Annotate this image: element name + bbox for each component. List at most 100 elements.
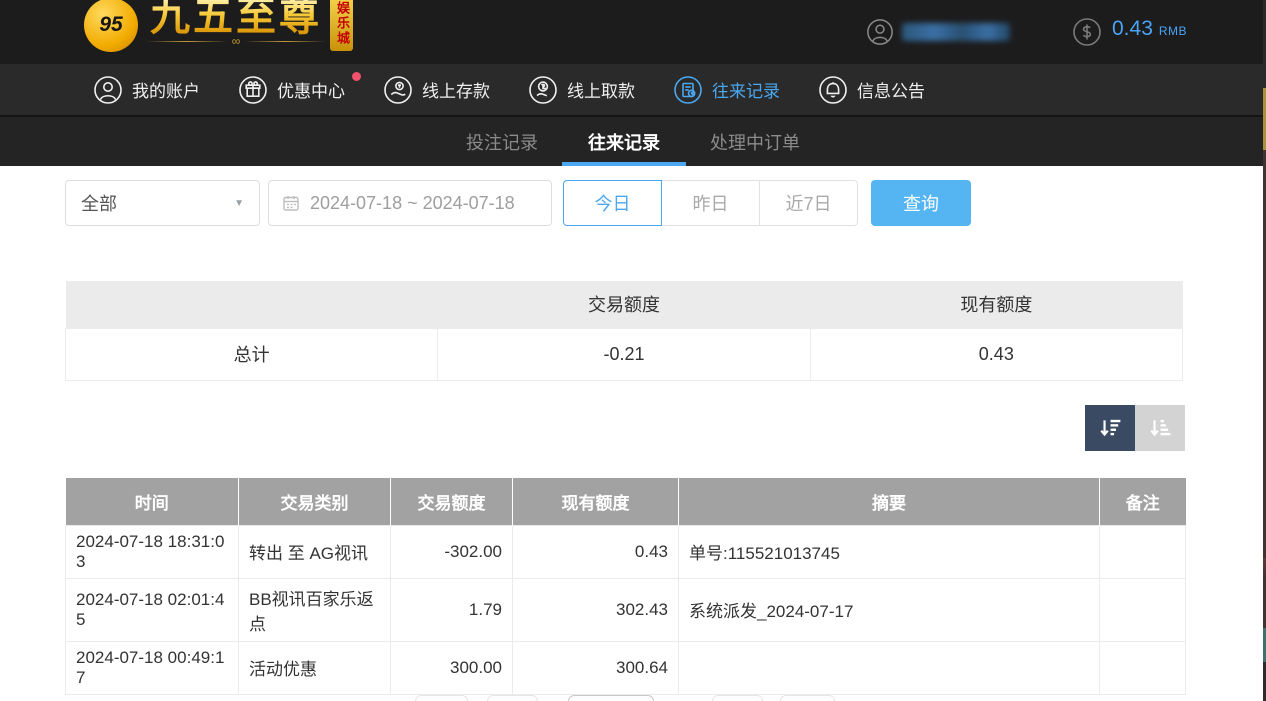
cell-summary: 系统派发_2024-07-17 [679, 578, 1100, 641]
gift-icon [238, 75, 268, 105]
sort-ascending-button[interactable] [1135, 405, 1185, 451]
records-table: 时间 交易类别 交易额度 现有额度 摘要 备注 2024-07-18 18:31… [65, 478, 1186, 695]
cell-balance: 302.43 [513, 578, 679, 641]
filter-row: 全部 ▼ 2024-07-18 ~ 2024-07-18 今日 昨日 近7日 [65, 180, 971, 226]
sort-descending-button[interactable] [1085, 405, 1135, 451]
pagination-button[interactable] [712, 695, 763, 701]
cell-note [1100, 525, 1186, 578]
tab-betting-records[interactable]: 投注记录 [462, 117, 542, 166]
summary-header-empty [66, 281, 438, 328]
person-icon [866, 18, 894, 46]
user-area: 0.43 RMB [846, 0, 1266, 64]
cell-amount: 1.79 [391, 578, 513, 641]
cell-note [1100, 641, 1186, 694]
nav-item-transaction-records[interactable]: 往来记录 [673, 75, 780, 105]
quick-btn-last7days[interactable]: 近7日 [759, 180, 858, 226]
sort-controls [1085, 405, 1185, 451]
date-range-input[interactable]: 2024-07-18 ~ 2024-07-18 [268, 180, 552, 226]
username-redacted [902, 23, 1010, 41]
summary-table: 交易额度 现有额度 总计 -0.21 0.43 [65, 281, 1183, 381]
cell-type: 活动优惠 [239, 641, 391, 694]
search-button[interactable]: 查询 [871, 180, 971, 226]
table-row: 2024-07-18 00:49:17 活动优惠 300.00 300.64 [66, 641, 1186, 694]
site-logo[interactable]: 95 九五至尊 ∞ 娱乐城 [84, 0, 353, 52]
cell-note [1100, 578, 1186, 641]
flourish-ornament-icon: ∞ [228, 35, 245, 47]
records-header-row: 时间 交易类别 交易额度 现有额度 摘要 备注 [66, 478, 1186, 525]
cell-time: 2024-07-18 18:31:03 [66, 525, 239, 578]
summary-total-label: 总计 [66, 328, 438, 380]
summary-header-transaction-amount: 交易额度 [438, 281, 810, 328]
transaction-records-page: 95 九五至尊 ∞ 娱乐城 [0, 0, 1266, 701]
pagination-button[interactable] [780, 695, 835, 701]
logo-emblem-icon: 95 [84, 0, 138, 52]
caret-down-icon: ▼ [234, 198, 244, 209]
pagination-button[interactable] [415, 695, 468, 701]
cell-balance: 0.43 [513, 525, 679, 578]
nav-label: 优惠中心 [277, 77, 345, 102]
type-select-value: 全部 [81, 190, 117, 216]
tab-transaction-records[interactable]: 往来记录 [584, 117, 664, 166]
main-nav: 我的账户 优惠中心 线上存款 [0, 64, 1266, 117]
quick-date-group: 今日 昨日 近7日 [563, 180, 858, 226]
summary-header-current-amount: 现有额度 [810, 281, 1182, 328]
balance-amount: 0.43 [1112, 17, 1153, 41]
deposit-hand-coin-icon [383, 75, 413, 105]
cell-amount: 300.00 [391, 641, 513, 694]
summary-transaction-amount: -0.21 [438, 328, 810, 380]
records-clipboard-icon [673, 75, 703, 105]
col-header-note: 备注 [1100, 478, 1186, 525]
dollar-coin-icon [1072, 17, 1102, 47]
pagination-button[interactable] [487, 695, 538, 701]
type-select[interactable]: 全部 ▼ [65, 180, 260, 226]
table-row: 2024-07-18 02:01:45 BB视讯百家乐返点 1.79 302.4… [66, 578, 1186, 641]
nav-label: 信息公告 [857, 77, 925, 102]
sort-descending-icon [1098, 416, 1122, 440]
content: 全部 ▼ 2024-07-18 ~ 2024-07-18 今日 昨日 近7日 [0, 166, 1266, 701]
nav-item-my-account[interactable]: 我的账户 [93, 75, 200, 105]
cell-time: 2024-07-18 00:49:17 [66, 641, 239, 694]
col-header-amount: 交易额度 [391, 478, 513, 525]
cell-type: 转出 至 AG视讯 [239, 525, 391, 578]
tab-pending-orders[interactable]: 处理中订单 [706, 117, 804, 166]
nav-item-promotions[interactable]: 优惠中心 [238, 75, 345, 105]
summary-current-amount: 0.43 [810, 328, 1182, 380]
col-header-summary: 摘要 [679, 478, 1100, 525]
logo-badge: 娱乐城 [330, 0, 353, 51]
withdraw-hand-coin-icon [528, 75, 558, 105]
calendar-icon [281, 193, 301, 213]
notification-dot [352, 72, 361, 81]
bell-icon [818, 75, 848, 105]
cell-summary [679, 641, 1100, 694]
logo-title: 九五至尊 [150, 0, 322, 38]
nav-item-withdraw[interactable]: 线上取款 [528, 75, 635, 105]
top-header: 95 九五至尊 ∞ 娱乐城 [0, 0, 1266, 64]
pagination [0, 695, 1266, 701]
nav-item-deposit[interactable]: 线上存款 [383, 75, 490, 105]
nav-label: 线上取款 [567, 77, 635, 102]
col-header-time: 时间 [66, 478, 239, 525]
user-icon [93, 75, 123, 105]
wallet-balance[interactable]: 0.43 RMB [1072, 17, 1187, 47]
summary-row: 总计 -0.21 0.43 [66, 328, 1183, 380]
nav-item-announcements[interactable]: 信息公告 [818, 75, 925, 105]
table-row: 2024-07-18 18:31:03 转出 至 AG视讯 -302.00 0.… [66, 525, 1186, 578]
nav-label: 我的账户 [132, 77, 200, 102]
date-range-value: 2024-07-18 ~ 2024-07-18 [310, 193, 515, 214]
quick-btn-today[interactable]: 今日 [563, 180, 662, 226]
sub-nav: 投注记录 往来记录 处理中订单 [0, 117, 1266, 166]
cell-balance: 300.64 [513, 641, 679, 694]
logo-flourish: ∞ [146, 35, 326, 47]
cell-summary: 单号:115521013745 [679, 525, 1100, 578]
account-menu[interactable] [866, 18, 1010, 46]
quick-btn-yesterday[interactable]: 昨日 [661, 180, 760, 226]
col-header-balance: 现有额度 [513, 478, 679, 525]
col-header-type: 交易类别 [239, 478, 391, 525]
balance-currency: RMB [1159, 24, 1187, 38]
cell-amount: -302.00 [391, 525, 513, 578]
nav-label: 往来记录 [712, 77, 780, 102]
pagination-page-select[interactable] [568, 695, 654, 701]
cell-time: 2024-07-18 02:01:45 [66, 578, 239, 641]
sort-ascending-icon [1148, 416, 1172, 440]
nav-label: 线上存款 [422, 77, 490, 102]
